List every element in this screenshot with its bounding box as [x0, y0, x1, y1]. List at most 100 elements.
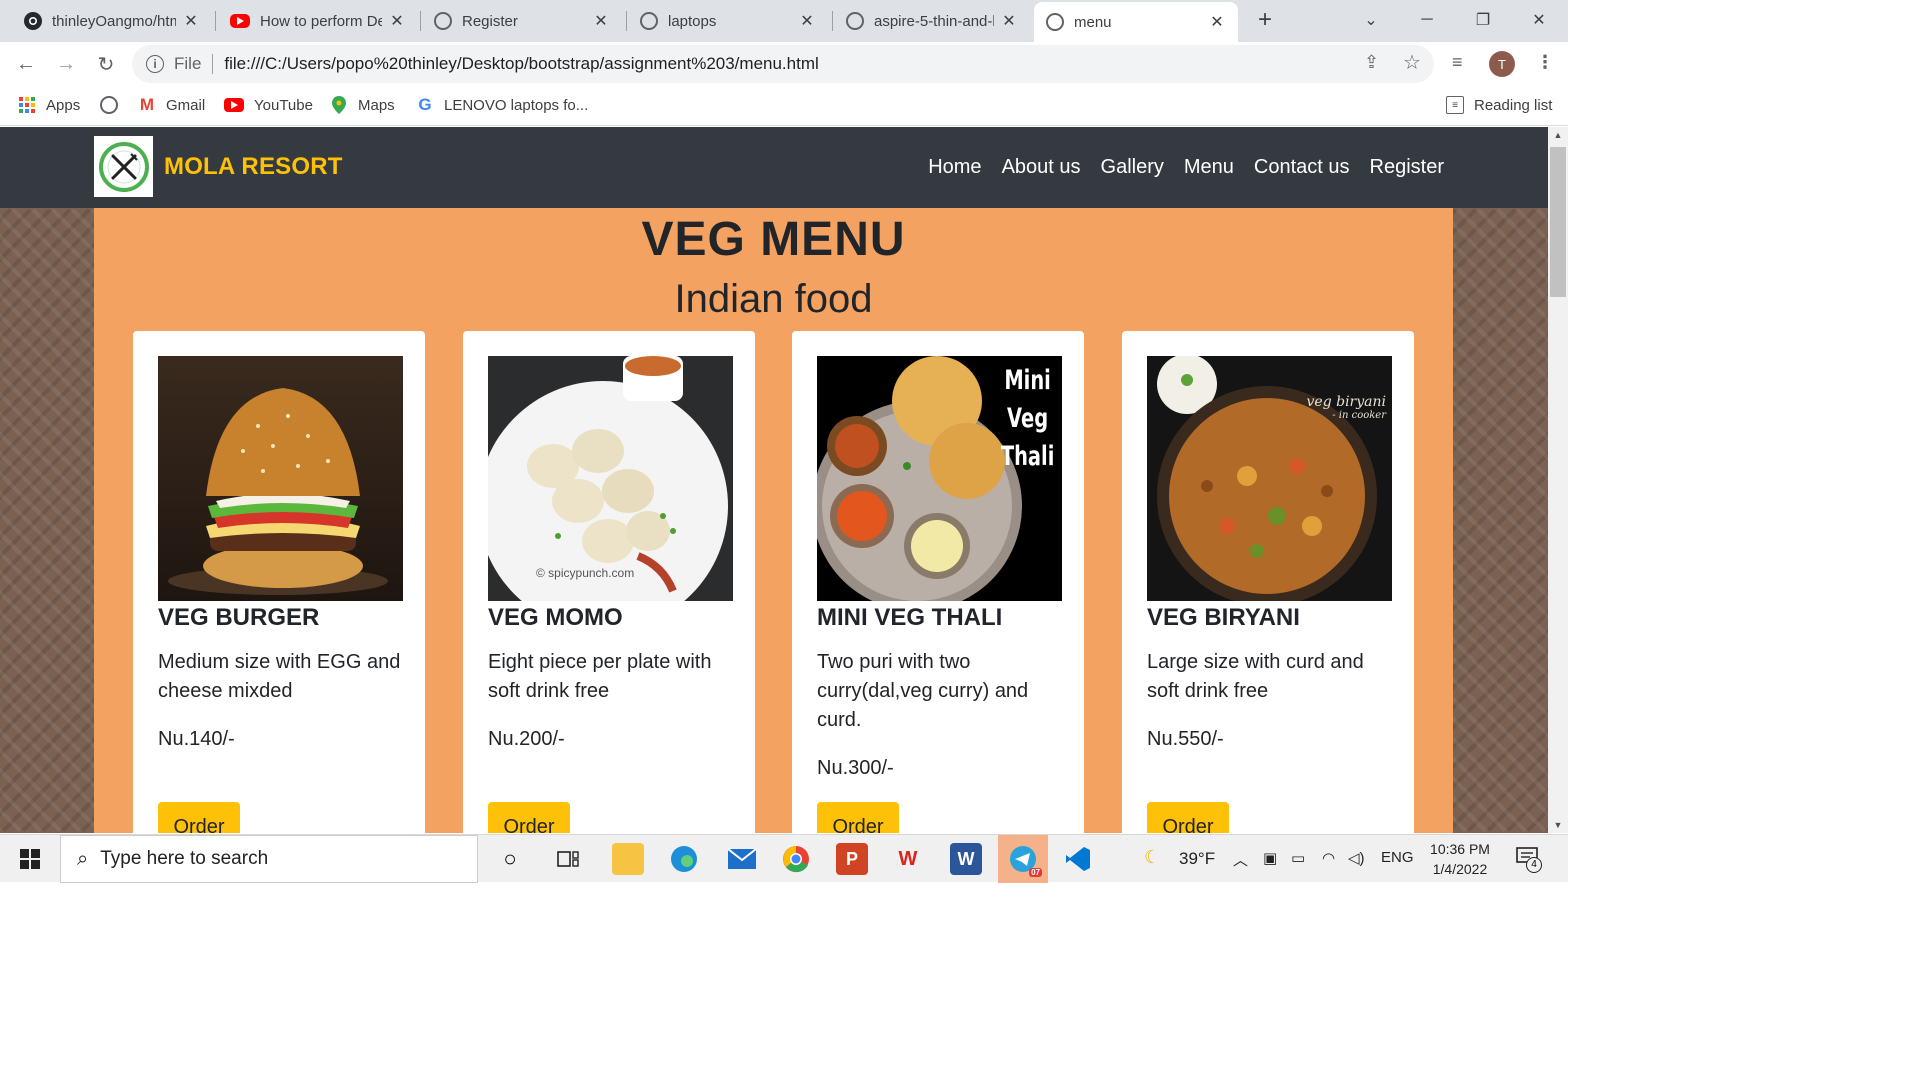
- tab-title: thinleyOangmo/htm: [52, 12, 176, 30]
- bookmark-star-icon[interactable]: ☆: [1403, 50, 1421, 75]
- chrome-icon[interactable]: [780, 843, 812, 875]
- restore-icon[interactable]: ❐: [1458, 0, 1508, 40]
- nav-contact-us[interactable]: Contact us: [1254, 156, 1350, 179]
- share-icon[interactable]: ⇪: [1364, 52, 1379, 73]
- bookmarks-bar: Apps M Gmail YouTube Maps G LENOVO lapto…: [0, 86, 1568, 126]
- scroll-up-icon[interactable]: ▲: [1548, 127, 1568, 143]
- order-button[interactable]: Order: [488, 802, 570, 833]
- brand-name[interactable]: MOLA RESORT: [164, 153, 343, 181]
- mail-icon[interactable]: [726, 843, 758, 875]
- tab-divider: [626, 11, 627, 31]
- dish-name: VEG MOMO: [488, 604, 623, 631]
- word-icon[interactable]: W: [950, 843, 982, 875]
- show-hidden-icons-icon[interactable]: ︿: [1233, 849, 1248, 870]
- bookmark-label: YouTube: [254, 96, 313, 114]
- taskbar-search-placeholder: Type here to search: [100, 848, 269, 869]
- veg-burger-photo: [158, 356, 403, 601]
- reload-icon[interactable]: ↻: [92, 50, 120, 78]
- input-language[interactable]: ENG: [1381, 849, 1414, 866]
- page-scrollbar[interactable]: ▲ ▼: [1548, 127, 1568, 833]
- new-tab-plus-icon[interactable]: +: [1252, 8, 1278, 34]
- close-icon[interactable]: ✕: [592, 11, 610, 31]
- close-icon[interactable]: ✕: [1208, 12, 1226, 32]
- bookmark-globe[interactable]: [100, 94, 128, 116]
- dish-description: Medium size with EGG and cheese mixded: [158, 651, 401, 702]
- minimize-icon[interactable]: ─: [1402, 0, 1452, 40]
- scroll-down-icon[interactable]: ▼: [1548, 817, 1568, 833]
- nav-about-us[interactable]: About us: [1002, 156, 1081, 179]
- wps-icon[interactable]: W: [892, 843, 924, 875]
- tab-laptops[interactable]: laptops ✕: [628, 0, 828, 42]
- order-button[interactable]: Order: [1147, 802, 1229, 833]
- profile-avatar[interactable]: T: [1489, 51, 1515, 77]
- photo-overlay-text: veg biryani - in cooker: [1306, 394, 1387, 421]
- edge-icon[interactable]: [668, 843, 700, 875]
- windows-start-icon[interactable]: [14, 843, 46, 875]
- bookmark-label: Apps: [46, 96, 81, 114]
- bookmark-label: Maps: [358, 96, 395, 114]
- task-view-icon[interactable]: [552, 843, 584, 875]
- device-icon[interactable]: ▣: [1263, 849, 1277, 867]
- bookmark-label: LENOVO laptops fo...: [444, 96, 589, 114]
- dish-price: Nu.550/-: [1147, 728, 1224, 750]
- wifi-icon[interactable]: ◠: [1322, 849, 1335, 867]
- nav-home[interactable]: Home: [928, 156, 981, 179]
- dish-card: Mini Veg Thali MINI VEG THALI Two puri w…: [792, 331, 1084, 833]
- nav-register[interactable]: Register: [1370, 156, 1444, 179]
- bookmark-apps[interactable]: Apps: [18, 94, 80, 116]
- bookmark-maps[interactable]: Maps: [330, 94, 395, 116]
- close-icon[interactable]: ✕: [1000, 11, 1018, 31]
- dish-description: Eight piece per plate with soft drink fr…: [488, 651, 712, 702]
- back-arrow-icon[interactable]: ←: [12, 50, 40, 78]
- tab-search-chevron-icon[interactable]: ⌄: [1346, 0, 1396, 40]
- dish-price: Nu.140/-: [158, 728, 235, 750]
- info-icon[interactable]: i: [146, 55, 164, 73]
- tab-menu-active[interactable]: menu ✕: [1034, 2, 1238, 42]
- taskbar-search[interactable]: ⌕ Type here to search: [60, 835, 478, 883]
- veg-momo-photo: © spicypunch.com: [488, 356, 733, 601]
- powerpoint-icon[interactable]: P: [836, 843, 868, 875]
- media-queue-icon[interactable]: ≡: [1452, 52, 1463, 73]
- order-button[interactable]: Order: [158, 802, 240, 833]
- page-subtitle: Indian food: [674, 277, 873, 321]
- weather-temp[interactable]: 39°F: [1179, 849, 1215, 869]
- scroll-thumb[interactable]: [1550, 147, 1566, 297]
- address-url[interactable]: file:///C:/Users/popo%20thinley/Desktop/…: [224, 54, 818, 74]
- volume-icon[interactable]: ◁): [1348, 849, 1365, 867]
- vscode-icon[interactable]: [1062, 843, 1094, 875]
- battery-icon[interactable]: ▭: [1291, 849, 1305, 867]
- cortana-icon[interactable]: ○: [494, 843, 526, 875]
- order-button[interactable]: Order: [817, 802, 899, 833]
- bookmark-gmail[interactable]: M Gmail: [138, 94, 205, 116]
- tab-youtube[interactable]: How to perform De ✕: [218, 0, 418, 42]
- tab-aspire[interactable]: aspire-5-thin-and-li ✕: [834, 0, 1030, 42]
- nav-gallery[interactable]: Gallery: [1101, 156, 1164, 179]
- tab-title: laptops: [668, 12, 717, 30]
- close-icon[interactable]: ✕: [182, 11, 200, 31]
- site-nav: Home About us Gallery Menu Contact us Re…: [928, 156, 1444, 179]
- weather-moon-icon[interactable]: ☾: [1144, 847, 1160, 868]
- telegram-icon[interactable]: 07: [998, 835, 1048, 883]
- reading-list[interactable]: ≡ Reading list: [1446, 94, 1552, 116]
- reading-list-label: Reading list: [1474, 96, 1553, 114]
- address-bar[interactable]: i File file:///C:/Users/popo%20thinley/D…: [132, 45, 1434, 83]
- bookmark-lenovo[interactable]: G LENOVO laptops fo...: [416, 94, 588, 116]
- kebab-menu-icon[interactable]: ⋮: [1536, 52, 1554, 73]
- menu-panel: VEG MENU Indian food VEG BURGER Medium s…: [94, 208, 1453, 833]
- forward-arrow-icon[interactable]: →: [52, 50, 80, 78]
- tab-register[interactable]: Register ✕: [422, 0, 622, 42]
- notification-center-icon[interactable]: 4: [1516, 847, 1542, 873]
- veg-biryani-photo: veg biryani - in cooker: [1147, 356, 1392, 601]
- file-explorer-icon[interactable]: [612, 843, 644, 875]
- tab-github[interactable]: thinleyOangmo/htm ✕: [12, 0, 212, 42]
- close-icon[interactable]: ✕: [388, 11, 406, 31]
- bookmark-youtube[interactable]: YouTube: [224, 94, 313, 116]
- clock-date: 1/4/2022: [1432, 861, 1488, 877]
- close-icon[interactable]: ✕: [798, 11, 816, 31]
- window-close-icon[interactable]: ✕: [1514, 0, 1564, 40]
- nav-menu[interactable]: Menu: [1184, 156, 1234, 179]
- tab-title: How to perform De: [260, 12, 382, 30]
- restaurant-logo[interactable]: [94, 136, 153, 197]
- tab-divider: [832, 11, 833, 31]
- clock[interactable]: 10:36 PM 1/4/2022: [1424, 839, 1496, 879]
